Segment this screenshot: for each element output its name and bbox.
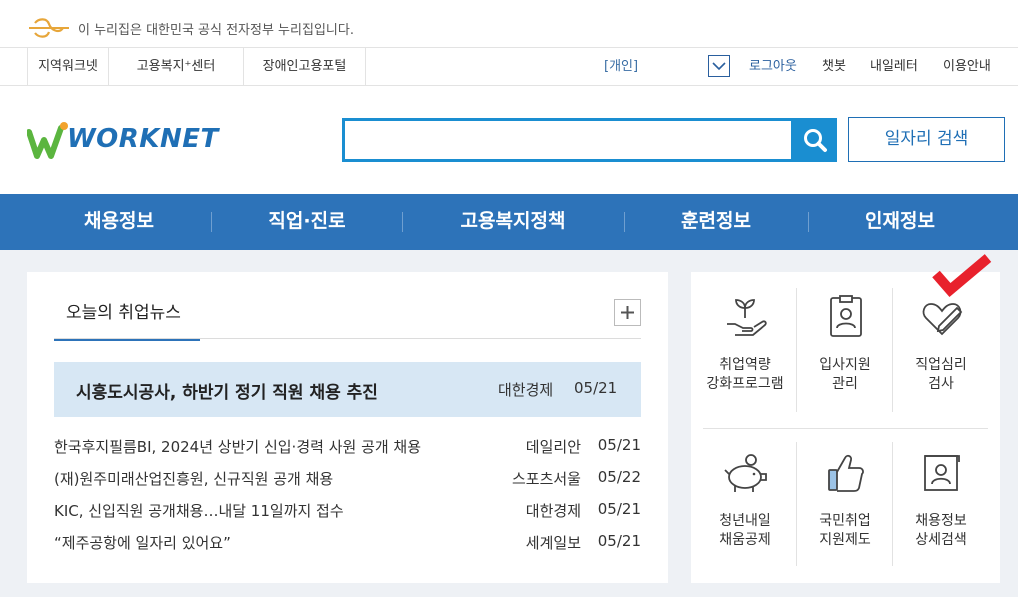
news-source: 데일리안 [525,438,581,456]
news-source: 스포츠서울 [511,470,581,488]
news-title: “제주공항에 일자리 있어요” [54,534,231,552]
quick-link-label: 취업역량 [719,357,771,373]
main-nav: 채용정보 직업·진로 고용복지정책 훈련정보 인재정보 [0,194,1018,250]
quick-link-youth-savings[interactable]: 청년내일 채움공제 [697,450,793,580]
profile-document-icon [924,455,960,491]
quick-link-label: 강화프로그램 [706,376,784,392]
job-search-button[interactable]: 일자리 검색 [848,117,1005,162]
plus-icon [621,306,634,319]
plant-hand-icon [727,299,767,336]
tab-divider [54,338,641,339]
nav-item-training[interactable]: 훈련정보 [625,194,807,250]
nav-item-career[interactable]: 직업·진로 [212,194,402,250]
quick-link-label: 입사지원 [819,357,871,373]
thumbs-up-icon [828,454,864,492]
more-news-button[interactable] [614,299,641,326]
nav-item-job-info[interactable]: 채용정보 [27,194,211,250]
search-input[interactable] [342,118,794,162]
piggy-bank-icon [724,454,767,492]
guide-link[interactable]: 이용안내 [943,48,991,86]
gov-emblem-icon [29,18,69,38]
news-panel: 오늘의 취업뉴스 시흥도시공사, 하반기 정기 직원 채용 추진 대한경제 05… [27,272,668,583]
quick-links-panel: 취업역량 강화프로그램 입사지원 관리 직업심리 검사 청년내일 채움공제 국민… [691,272,1000,583]
news-date: 05/21 [597,436,641,454]
link-employment-welfare-center[interactable]: 고용복지⁺센터 [109,48,244,86]
news-list-item[interactable]: (재)원주미래산업진흥원, 신규직원 공개 채용 스포츠서울 05/22 [54,468,641,490]
quick-link-label: 지원제도 [819,532,871,548]
quick-link-label: 국민취업 [819,513,871,529]
news-list-item[interactable]: KIC, 신입직원 공개채용…내달 11일까지 접수 대한경제 05/21 [54,500,641,522]
site-header: WORKNET 일자리 검색 [0,86,1018,194]
chatbot-link[interactable]: 챗봇 [822,48,846,86]
quick-link-vocational-psych-test[interactable]: 직업심리 검사 [893,294,989,424]
news-date: 05/21 [597,532,641,550]
quick-link-label: 채움공제 [719,532,771,548]
id-badge-icon [830,295,862,337]
logout-link[interactable]: 로그아웃 [749,48,797,86]
nav-item-talent[interactable]: 인재정보 [809,194,991,250]
quick-link-application-manage[interactable]: 입사지원 관리 [797,294,893,424]
quick-link-national-employment-support[interactable]: 국민취업 지원제도 [797,450,893,580]
naeil-letter-link[interactable]: 내일레터 [870,48,918,86]
checkmark-icon [932,254,992,297]
news-title: KIC, 신입직원 공개채용…내달 11일까지 접수 [54,502,344,520]
news-list-item[interactable]: 한국후지필름BI, 2024년 상반기 신입·경력 사원 공개 채용 데일리안 … [54,436,641,458]
divider [703,428,988,429]
news-title: 한국후지필름BI, 2024년 상반기 신입·경력 사원 공개 채용 [54,438,422,456]
link-disabled-employment-portal[interactable]: 장애인고용포털 [244,48,366,86]
user-type-label: [개인] [604,59,639,74]
news-list-item[interactable]: “제주공항에 일자리 있어요” 세계일보 05/21 [54,532,641,554]
nav-item-welfare-policy[interactable]: 고용복지정책 [403,194,623,250]
heart-pencil-icon [922,303,963,336]
quick-link-job-competency[interactable]: 취업역량 강화프로그램 [697,294,793,424]
search-icon [804,129,827,152]
quick-link-job-detail-search[interactable]: 채용정보 상세검색 [893,450,989,580]
news-source: 세계일보 [525,534,581,552]
quick-link-label: 상세검색 [915,532,967,548]
link-regional-worknet[interactable]: 지역워크넷 [27,48,109,86]
chevron-down-icon [712,62,726,71]
user-type-dropdown-button[interactable] [708,55,730,77]
news-source: 대한경제 [525,502,581,520]
gov-banner-text: 이 누리집은 대한민국 공식 전자정부 누리집입니다. [78,23,354,38]
quick-link-label: 직업심리 [915,357,967,373]
news-date: 05/21 [597,500,641,518]
utility-bar: 지역워크넷 고용복지⁺센터 장애인고용포털 [개인] 로그아웃 챗봇 내일레터 … [0,48,1018,86]
news-title: (재)원주미래산업진흥원, 신규직원 공개 채용 [54,470,334,488]
headline-source: 대한경제 [498,381,554,399]
worknet-logo[interactable]: WORKNET [26,120,218,164]
gov-banner: 이 누리집은 대한민국 공식 전자정부 누리집입니다. [0,0,1018,48]
quick-link-label: 관리 [832,376,858,392]
headline-title: 시흥도시공사, 하반기 정기 직원 채용 추진 [76,383,378,403]
headline-date: 05/21 [574,379,618,397]
quick-link-label: 채용정보 [915,513,967,529]
quick-link-label: 검사 [928,376,954,392]
quick-link-label: 청년내일 [719,513,771,529]
news-date: 05/22 [597,468,641,486]
search-button[interactable] [794,118,837,162]
tab-today-news[interactable]: 오늘의 취업뉴스 [54,300,200,341]
headline-news[interactable]: 시흥도시공사, 하반기 정기 직원 채용 추진 대한경제 05/21 [54,362,641,417]
logo-text: WORKNET [67,124,219,154]
